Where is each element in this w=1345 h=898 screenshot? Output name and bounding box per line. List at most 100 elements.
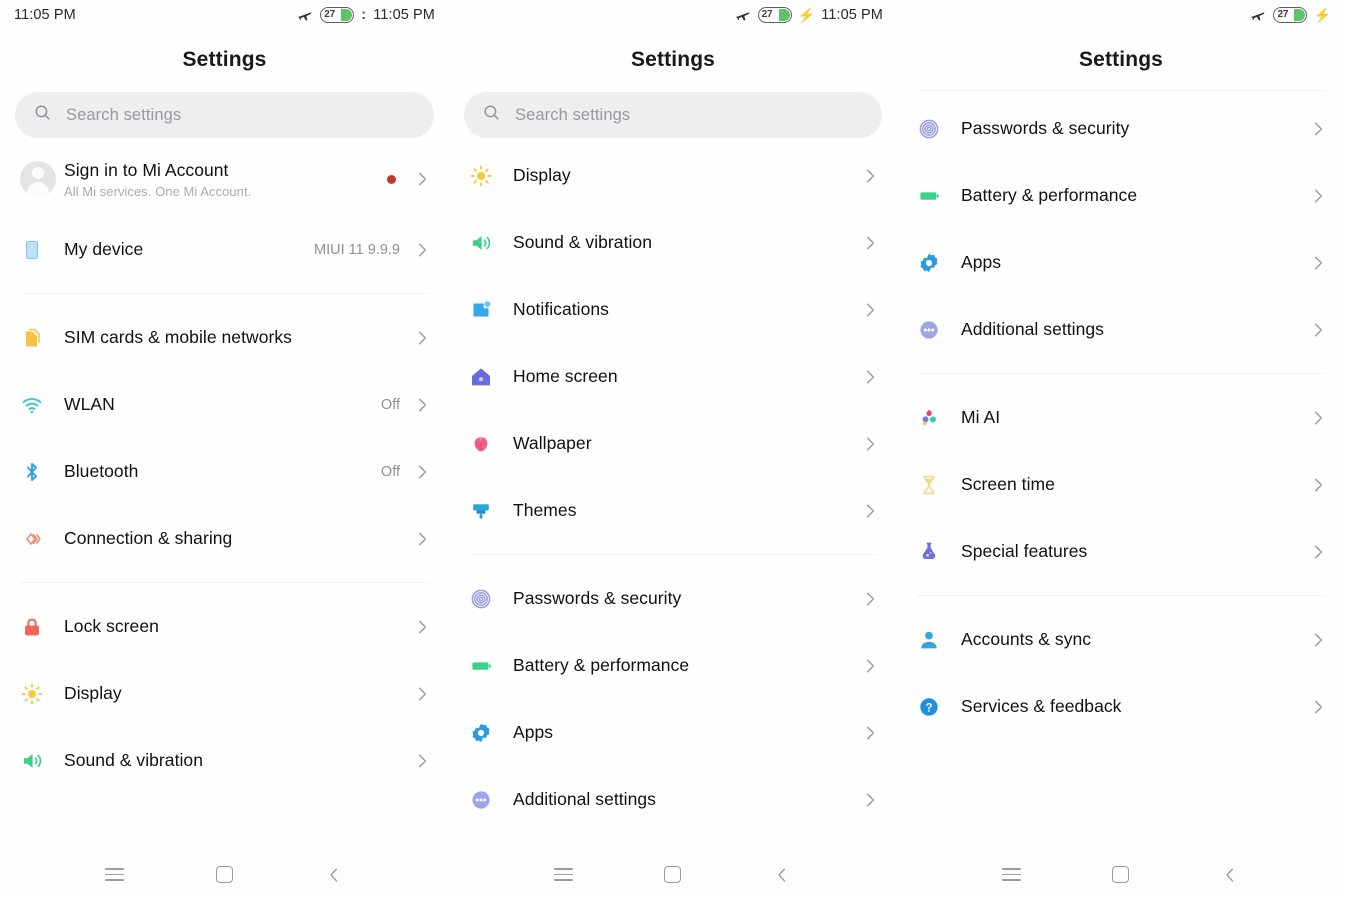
settings-row[interactable]: Display [449, 142, 897, 209]
settings-row[interactable]: SIM cards & mobile networks [0, 304, 449, 371]
chevron-right-icon[interactable] [412, 462, 432, 482]
back-chevron-icon[interactable] [311, 858, 357, 892]
mi-ai-icon [917, 406, 961, 430]
chevron-right-icon[interactable] [412, 684, 432, 704]
search-input[interactable]: Search settings [464, 92, 882, 138]
settings-row[interactable]: Display [0, 660, 449, 727]
chevron-right-icon[interactable] [412, 169, 432, 189]
chevron-right-icon[interactable] [860, 434, 880, 454]
my-device-icon [20, 238, 64, 262]
settings-row[interactable]: My deviceMIUI 11 9.9.9 [0, 216, 449, 283]
status-bar: 11:05 PM27:11:05 PM [0, 0, 449, 30]
settings-row[interactable]: BluetoothOff [0, 438, 449, 505]
settings-row-label: Wallpaper [513, 433, 860, 454]
airplane-mode-icon [735, 7, 752, 24]
settings-row-label: Special features [961, 541, 1308, 562]
chevron-right-icon[interactable] [860, 367, 880, 387]
settings-row[interactable]: Apps [449, 699, 897, 766]
status-time-right: 11:05 PM [821, 7, 883, 23]
settings-row[interactable]: Additional settings [897, 296, 1345, 363]
search-icon [482, 103, 501, 127]
recents-menu-icon[interactable] [541, 858, 587, 892]
chevron-right-icon[interactable] [860, 300, 880, 320]
chevron-right-icon[interactable] [860, 166, 880, 186]
chevron-right-icon[interactable] [860, 233, 880, 253]
settings-row[interactable]: WLANOff [0, 371, 449, 438]
chevron-right-icon[interactable] [1308, 697, 1328, 717]
home-square-icon[interactable] [650, 858, 696, 892]
recents-menu-icon[interactable] [92, 858, 138, 892]
settings-row[interactable]: Additional settings [449, 766, 897, 833]
settings-row-value: MIUI 11 9.9.9 [314, 242, 400, 258]
chevron-right-icon[interactable] [1308, 542, 1328, 562]
settings-row[interactable]: ?Services & feedback [897, 673, 1345, 740]
back-chevron-icon[interactable] [1207, 858, 1253, 892]
settings-row[interactable]: Sound & vibration [449, 209, 897, 276]
search-input[interactable]: Search settings [15, 92, 434, 138]
section-divider [469, 554, 877, 555]
chevron-right-icon[interactable] [412, 529, 432, 549]
apps-gear-icon [469, 721, 513, 745]
settings-row[interactable]: Apps [897, 229, 1345, 296]
settings-row-label: Sign in to Mi Account [64, 160, 387, 181]
settings-row-label: WLAN [64, 394, 381, 415]
settings-row-value: Off [381, 464, 400, 480]
chevron-right-icon[interactable] [412, 617, 432, 637]
chevron-right-icon[interactable] [412, 395, 432, 415]
home-square-icon[interactable] [201, 858, 247, 892]
settings-row-label: Accounts & sync [961, 629, 1308, 650]
chevron-right-icon[interactable] [860, 723, 880, 743]
chevron-right-icon[interactable] [860, 790, 880, 810]
chevron-right-icon[interactable] [1308, 630, 1328, 650]
section-divider [20, 293, 429, 294]
settings-row[interactable]: Accounts & sync [897, 606, 1345, 673]
settings-row-label: Connection & sharing [64, 528, 412, 549]
chevron-right-icon[interactable] [1308, 475, 1328, 495]
home-square-icon[interactable] [1098, 858, 1144, 892]
notifications-icon [469, 298, 513, 322]
back-chevron-icon[interactable] [759, 858, 805, 892]
settings-row[interactable]: Sound & vibration [0, 727, 449, 794]
settings-row[interactable]: Special features [897, 518, 1345, 585]
chevron-right-icon[interactable] [1308, 408, 1328, 428]
account-avatar-icon [20, 161, 64, 197]
battery-indicator-icon: 27 [1273, 7, 1307, 23]
chevron-right-icon[interactable] [412, 328, 432, 348]
airplane-mode-icon [1250, 7, 1267, 24]
settings-row[interactable]: Wallpaper [449, 410, 897, 477]
battery-indicator-icon: 27 [758, 7, 792, 23]
settings-row[interactable]: Notifications [449, 276, 897, 343]
chevron-right-icon[interactable] [1308, 320, 1328, 340]
settings-row[interactable]: Battery & performance [449, 632, 897, 699]
settings-row[interactable]: Passwords & security [449, 565, 897, 632]
sound-vibration-icon [20, 749, 64, 773]
recents-menu-icon[interactable] [989, 858, 1035, 892]
settings-row[interactable]: Screen time [897, 451, 1345, 518]
settings-row[interactable]: Lock screen [0, 593, 449, 660]
settings-row-label: Themes [513, 500, 860, 521]
accounts-sync-icon [917, 628, 961, 652]
page-title: Settings [449, 30, 897, 76]
settings-row[interactable]: Battery & performance [897, 162, 1345, 229]
settings-row-label: Services & feedback [961, 696, 1308, 717]
settings-row[interactable]: Connection & sharing [0, 505, 449, 572]
settings-row[interactable]: Home screen [449, 343, 897, 410]
settings-list: Passwords & securityBattery & performanc… [897, 91, 1345, 851]
chevron-right-icon[interactable] [1308, 253, 1328, 273]
chevron-right-icon[interactable] [860, 501, 880, 521]
status-separator: : [360, 7, 367, 23]
passwords-security-icon [469, 587, 513, 611]
chevron-right-icon[interactable] [412, 240, 432, 260]
settings-row-label: Apps [513, 722, 860, 743]
chevron-right-icon[interactable] [1308, 186, 1328, 206]
charging-bolt-icon: ⚡ [798, 8, 816, 22]
chevron-right-icon[interactable] [860, 656, 880, 676]
settings-row[interactable]: Sign in to Mi AccountAll Mi services. On… [0, 142, 449, 216]
settings-row[interactable]: Themes [449, 477, 897, 544]
settings-row[interactable]: Mi AI [897, 384, 1345, 451]
chevron-right-icon[interactable] [860, 589, 880, 609]
chevron-right-icon[interactable] [1308, 119, 1328, 139]
settings-row-label: Display [513, 165, 860, 186]
settings-row[interactable]: Passwords & security [897, 95, 1345, 162]
chevron-right-icon[interactable] [412, 751, 432, 771]
